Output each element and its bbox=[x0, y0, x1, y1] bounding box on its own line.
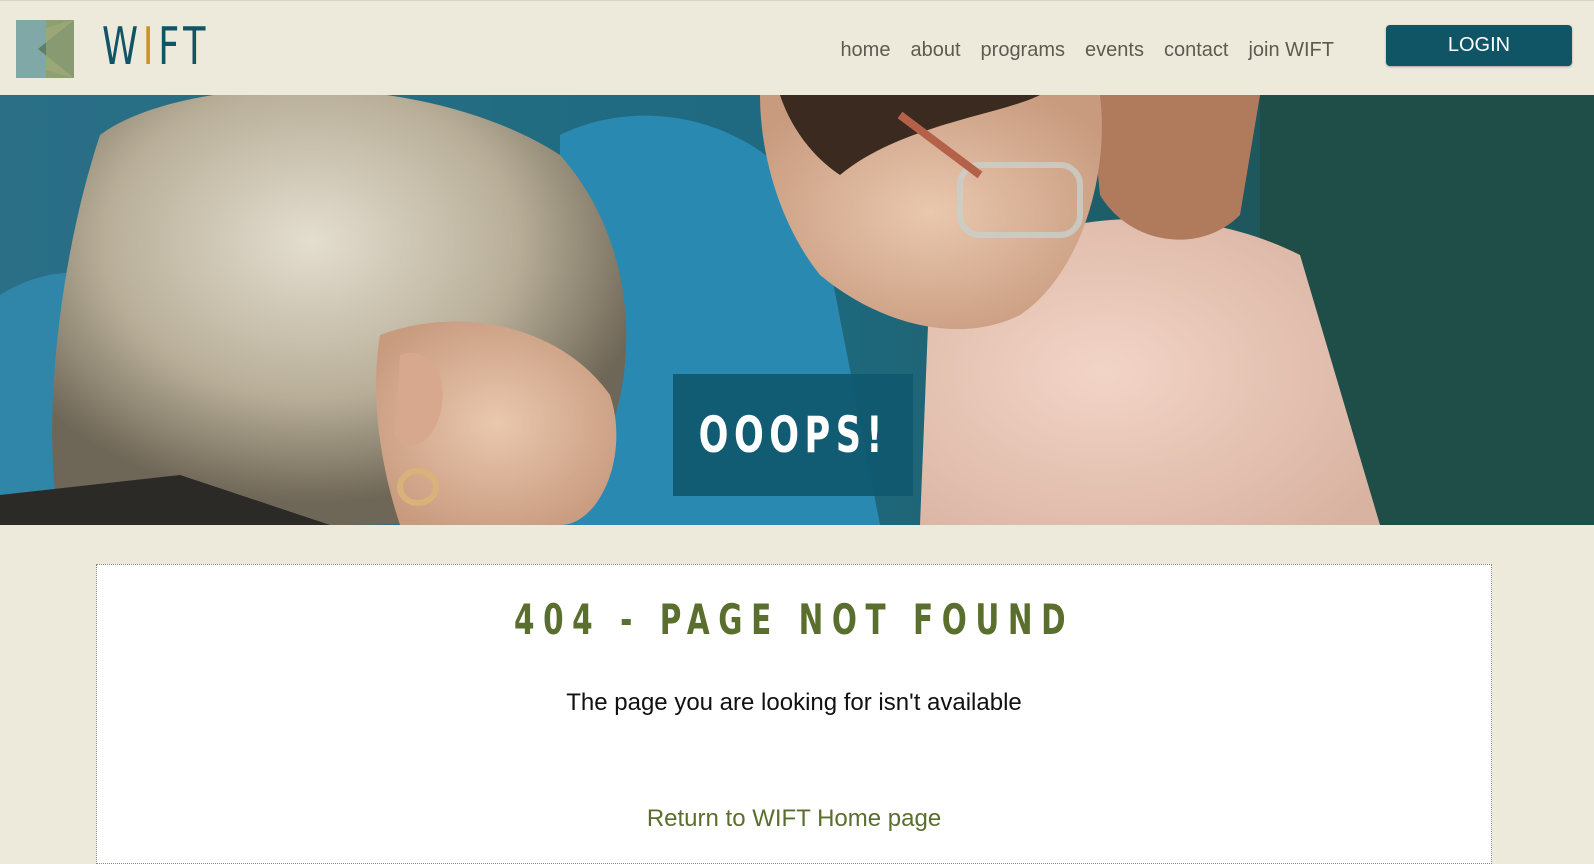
logo-letter-accent: I bbox=[142, 17, 159, 77]
wift-logo[interactable]: WIFT bbox=[16, 17, 216, 78]
nav-item-contact[interactable]: contact bbox=[1164, 39, 1228, 62]
logo-wordmark: WIFT bbox=[102, 16, 211, 77]
error-message: The page you are looking for isn't avail… bbox=[566, 689, 1022, 716]
logo-letters-2: FT bbox=[158, 17, 211, 77]
page-title-text: 404 - PAGE NOT FOUND bbox=[513, 595, 1075, 644]
site-header: WIFT home about programs events contact … bbox=[0, 0, 1594, 95]
nav-item-about[interactable]: about bbox=[910, 39, 960, 62]
page-title: 404 - PAGE NOT FOUND bbox=[97, 595, 1491, 644]
logo-triangle-icon bbox=[16, 20, 74, 78]
error-heading-box: OOOPS! bbox=[673, 374, 913, 496]
logo-letters-1: W bbox=[102, 17, 143, 77]
nav-item-join[interactable]: join WIFT bbox=[1248, 39, 1334, 62]
nav-item-events[interactable]: events bbox=[1085, 39, 1144, 62]
error-heading: OOOPS! bbox=[698, 406, 888, 464]
main-nav: home about programs events contact join … bbox=[840, 39, 1334, 62]
login-button[interactable]: LOGIN bbox=[1386, 25, 1572, 66]
hero-banner: OOOPS! bbox=[0, 95, 1594, 525]
error-card: 404 - PAGE NOT FOUND The page you are lo… bbox=[96, 564, 1492, 864]
nav-item-home[interactable]: home bbox=[840, 39, 890, 62]
nav-item-programs[interactable]: programs bbox=[981, 39, 1065, 62]
return-home-link[interactable]: Return to WIFT Home page bbox=[97, 805, 1491, 833]
